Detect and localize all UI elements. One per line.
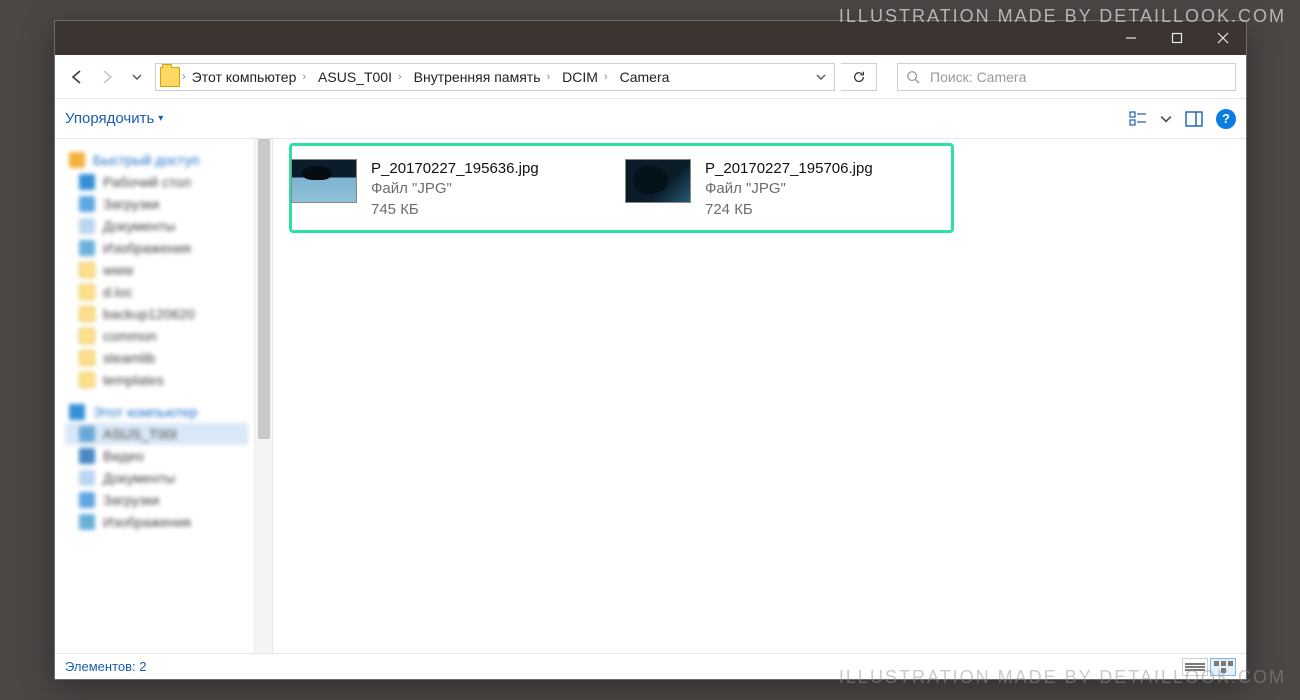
file-item[interactable]: P_20170227_195636.jpg Файл "JPG" 745 КБ (287, 153, 597, 226)
explorer-body: Быстрый доступ Рабочий стол Загрузки Док… (55, 139, 1246, 653)
titlebar (55, 21, 1246, 55)
file-size: 724 КБ (705, 200, 873, 220)
organize-menu[interactable]: Упорядочить ▾ (65, 110, 163, 127)
file-type: Файл "JPG" (371, 179, 539, 199)
breadcrumb-dropdown[interactable] (810, 72, 832, 82)
sidebar-this-pc[interactable]: Этот компьютер (65, 401, 248, 423)
close-button[interactable] (1200, 21, 1246, 55)
sidebar-images[interactable]: Изображения (65, 237, 248, 259)
sidebar-downloads[interactable]: Загрузки (65, 193, 248, 215)
view-mode-switch (1182, 658, 1236, 676)
sidebar-folder-4[interactable]: common (65, 325, 248, 347)
crumb-camera[interactable]: Camera (614, 64, 676, 90)
refresh-button[interactable] (841, 63, 877, 91)
maximize-button[interactable] (1154, 21, 1200, 55)
sidebar-folder-1[interactable]: www (65, 259, 248, 281)
sidebar-documents-2[interactable]: Документы (65, 467, 248, 489)
file-type: Файл "JPG" (705, 179, 873, 199)
search-input[interactable] (928, 68, 1227, 86)
sidebar-documents[interactable]: Документы (65, 215, 248, 237)
nav-recent-button[interactable] (125, 65, 149, 89)
file-item[interactable]: P_20170227_195706.jpg Файл "JPG" 724 КБ (621, 153, 931, 226)
file-name: P_20170227_195636.jpg (371, 159, 539, 179)
sidebar-desktop[interactable]: Рабочий стол (65, 171, 248, 193)
sidebar-scrollbar-thumb[interactable] (258, 139, 270, 439)
sidebar-device[interactable]: ASUS_T00I (65, 423, 248, 445)
navigation-pane: Быстрый доступ Рабочий стол Загрузки Док… (55, 139, 273, 653)
file-name: P_20170227_195706.jpg (705, 159, 873, 179)
status-item-count: Элементов: 2 (65, 659, 146, 674)
crumb-storage[interactable]: Внутренняя память› (408, 64, 557, 90)
sidebar-folder-2[interactable]: d.loc (65, 281, 248, 303)
crumb-this-pc[interactable]: Этот компьютер› (186, 64, 312, 90)
sidebar-video[interactable]: Видео (65, 445, 248, 467)
crumb-dcim[interactable]: DCIM› (556, 64, 613, 90)
help-button[interactable]: ? (1216, 109, 1236, 129)
status-bar: Элементов: 2 (55, 653, 1246, 679)
minimize-button[interactable] (1108, 21, 1154, 55)
view-options-button[interactable] (1126, 107, 1150, 131)
view-caret[interactable] (1160, 107, 1172, 131)
file-list: P_20170227_195636.jpg Файл "JPG" 745 КБ … (273, 139, 1246, 653)
file-size: 745 КБ (371, 200, 539, 220)
preview-pane-button[interactable] (1182, 107, 1206, 131)
sidebar-images-2[interactable]: Изображения (65, 511, 248, 533)
view-mode-tiles[interactable] (1210, 658, 1236, 676)
view-mode-details[interactable] (1182, 658, 1208, 676)
address-bar: › Этот компьютер› ASUS_T00I› Внутренняя … (55, 55, 1246, 99)
search-box[interactable] (897, 63, 1236, 91)
file-thumbnail-icon (625, 159, 691, 203)
nav-back-button[interactable] (65, 65, 89, 89)
sidebar-folder-5[interactable]: steamlib (65, 347, 248, 369)
explorer-window: › Этот компьютер› ASUS_T00I› Внутренняя … (54, 20, 1247, 680)
toolbar: Упорядочить ▾ ? (55, 99, 1246, 139)
sidebar-folder-6[interactable]: templates (65, 369, 248, 391)
sidebar-scrollbar[interactable] (254, 139, 272, 653)
breadcrumb-box: › Этот компьютер› ASUS_T00I› Внутренняя … (155, 63, 835, 91)
file-thumbnail-icon (291, 159, 357, 203)
sidebar-quick-access[interactable]: Быстрый доступ (65, 149, 248, 171)
sidebar-downloads-2[interactable]: Загрузки (65, 489, 248, 511)
folder-icon (160, 67, 180, 87)
sidebar-folder-3[interactable]: backup120620 (65, 303, 248, 325)
crumb-device[interactable]: ASUS_T00I› (312, 64, 408, 90)
nav-forward-button[interactable] (95, 65, 119, 89)
